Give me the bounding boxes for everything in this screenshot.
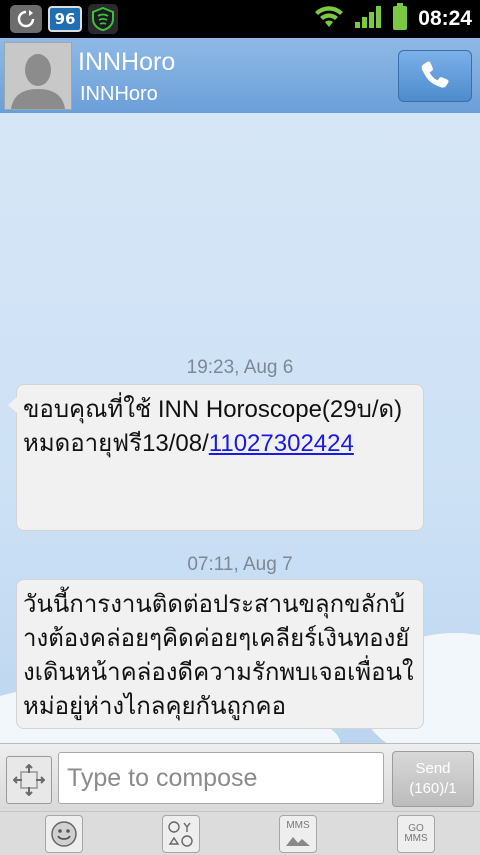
conversation-header: INNHoro INNHoro (0, 38, 480, 114)
mms-label: MMS (286, 820, 310, 831)
signal-icon (354, 5, 382, 33)
expand-compose-button[interactable] (6, 756, 52, 804)
message-timestamp: 07:11, Aug 7 (187, 554, 293, 575)
compose-bar: Send (160)/1 (0, 743, 480, 812)
phone-link[interactable]: 11027302424 (209, 430, 354, 457)
contact-name: INNHoro (78, 48, 176, 76)
mms-picture-button[interactable]: MMS (279, 815, 317, 853)
wifi-icon (314, 5, 344, 33)
message-timestamp: 19:23, Aug 6 (186, 357, 294, 378)
notification-badge: 96 (48, 6, 82, 32)
character-counter: (160)/1 (409, 780, 457, 797)
send-button[interactable]: Send (160)/1 (392, 751, 474, 807)
expand-arrows-icon (13, 764, 45, 796)
emoticon-grid-icon (168, 821, 193, 847)
send-label: Send (415, 760, 451, 777)
message-bubble[interactable]: ขอบคุณที่ใช้ INN Horoscope(29บ/ด)หมดอายุ… (8, 384, 424, 531)
message-text: วันนี้การงานติดต่อประสานขลุกขลักบ้างต้อง… (23, 591, 414, 720)
status-bar: 96 08:24 (0, 0, 480, 38)
contact-avatar[interactable] (4, 42, 72, 110)
phone-icon (421, 61, 449, 88)
conversation-list[interactable]: 19:23, Aug 6 ขอบคุณที่ใช้ INN Horoscope(… (0, 113, 480, 743)
bubble-tail (16, 592, 17, 608)
picture-icon (286, 837, 310, 846)
refresh-notification-icon (10, 5, 42, 33)
smiley-button[interactable] (45, 815, 83, 853)
go-mms-button[interactable]: GO MMS (397, 815, 435, 853)
smiley-icon (51, 821, 77, 847)
bottom-toolbar: MMS GO MMS (0, 811, 480, 855)
go-mms-label: GO MMS (404, 823, 428, 844)
call-button[interactable] (398, 50, 472, 102)
battery-icon (392, 3, 408, 35)
message-bubble[interactable]: วันนี้การงานติดต่อประสานขลุกขลักบ้างต้อง… (16, 579, 424, 729)
contact-number: INNHoro (80, 83, 158, 105)
compose-input[interactable] (58, 752, 384, 804)
clock: 08:24 (418, 7, 472, 30)
shield-icon (88, 4, 118, 34)
bubble-tail (8, 397, 17, 413)
emoticon-button[interactable] (162, 815, 200, 853)
